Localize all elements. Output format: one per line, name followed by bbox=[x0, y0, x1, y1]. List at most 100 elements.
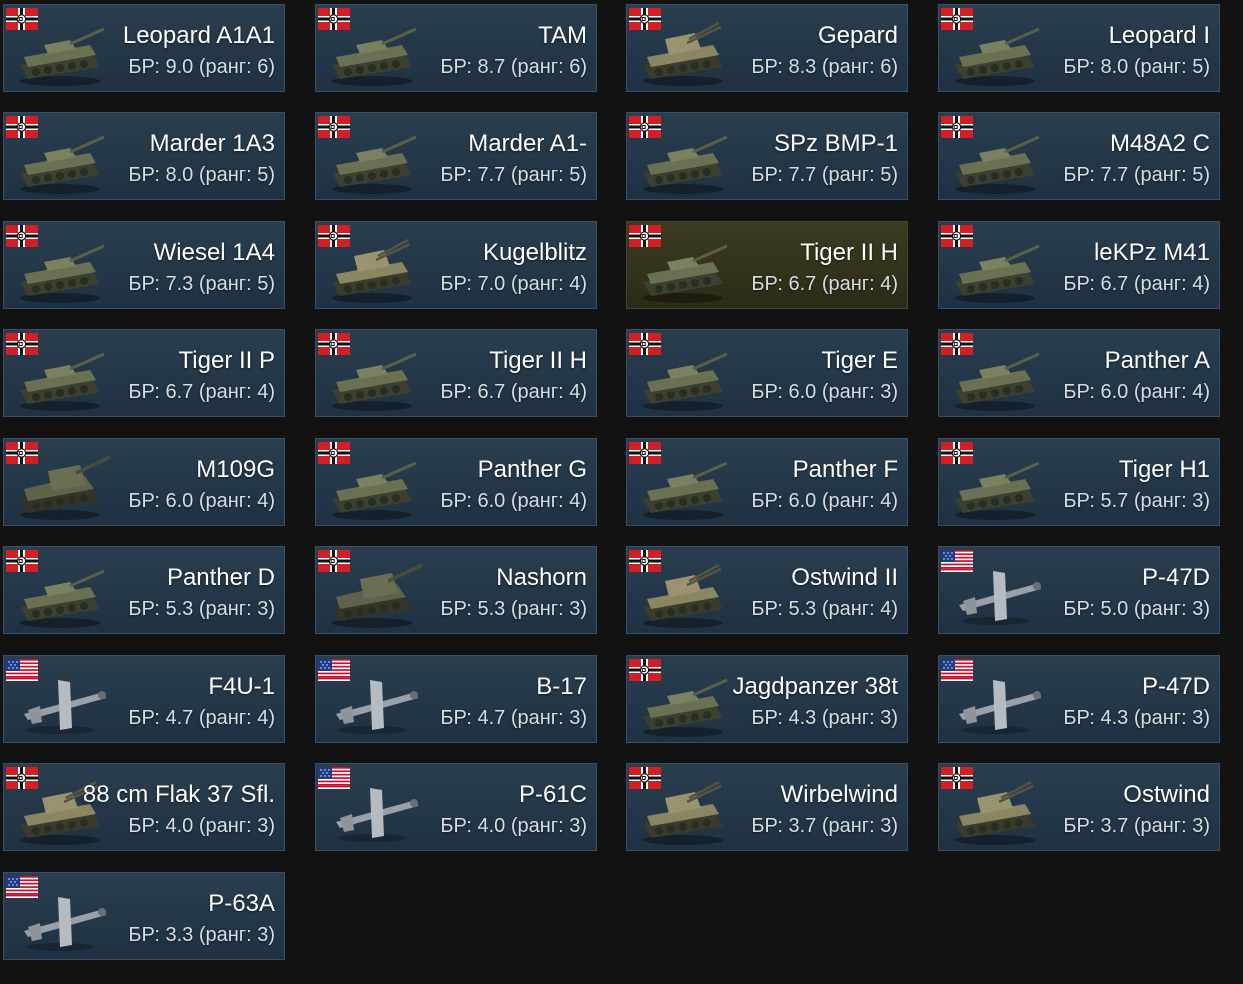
tank-vehicle-icon bbox=[637, 236, 737, 306]
vehicle-battle-rating: БР: 4.0 (ранг: 3) bbox=[128, 815, 275, 837]
vehicle-name: Tiger II H bbox=[800, 239, 898, 266]
vehicle-name: Marder A1- bbox=[468, 130, 587, 157]
tank-vehicle-icon bbox=[326, 344, 426, 414]
tank-vehicle-icon bbox=[949, 19, 1049, 89]
vehicle-battle-rating: БР: 8.3 (ранг: 6) bbox=[751, 56, 898, 78]
vehicle-card[interactable]: TAM БР: 8.7 (ранг: 6) bbox=[315, 4, 597, 92]
spaa-vehicle-icon bbox=[637, 19, 737, 89]
vehicle-card[interactable]: B-17 БР: 4.7 (ранг: 3) bbox=[315, 655, 597, 743]
vehicle-battle-rating: БР: 4.3 (ранг: 3) bbox=[751, 707, 898, 729]
tank-vehicle-icon bbox=[326, 127, 426, 197]
plane-vehicle-icon bbox=[14, 887, 114, 957]
vehicle-card[interactable]: F4U-1 БР: 4.7 (ранг: 4) bbox=[3, 655, 285, 743]
vehicle-name: Panther D bbox=[166, 564, 275, 591]
vehicle-name: Marder 1A3 bbox=[149, 130, 275, 157]
vehicle-card[interactable]: M48A2 C БР: 7.7 (ранг: 5) bbox=[938, 112, 1220, 200]
vehicle-name: Panther A bbox=[1104, 347, 1210, 374]
plane-vehicle-icon bbox=[326, 778, 426, 848]
vehicle-card[interactable]: Tiger H1 БР: 5.7 (ранг: 3) bbox=[938, 438, 1220, 526]
vehicle-card[interactable]: Wirbelwind БР: 3.7 (ранг: 3) bbox=[626, 763, 908, 851]
vehicle-battle-rating: БР: 8.7 (ранг: 6) bbox=[440, 56, 587, 78]
vehicle-card[interactable]: Panther G БР: 6.0 (ранг: 4) bbox=[315, 438, 597, 526]
vehicle-card[interactable]: Gepard БР: 8.3 (ранг: 6) bbox=[626, 4, 908, 92]
vehicle-battle-rating: БР: 7.7 (ранг: 5) bbox=[1063, 164, 1210, 186]
vehicle-battle-rating: БР: 5.7 (ранг: 3) bbox=[1063, 490, 1210, 512]
vehicle-battle-rating: БР: 7.7 (ранг: 5) bbox=[751, 164, 898, 186]
vehicle-name: Kugelblitz bbox=[482, 239, 587, 266]
vehicle-name: Wiesel 1A4 bbox=[153, 239, 275, 266]
vehicle-name: F4U-1 bbox=[208, 673, 275, 700]
vehicle-card[interactable]: P-47D БР: 4.3 (ранг: 3) bbox=[938, 655, 1220, 743]
tank-vehicle-icon bbox=[949, 236, 1049, 306]
vehicle-card[interactable]: Tiger E БР: 6.0 (ранг: 3) bbox=[626, 329, 908, 417]
tank-vehicle-icon bbox=[14, 344, 114, 414]
vehicle-battle-rating: БР: 6.0 (ранг: 3) bbox=[751, 381, 898, 403]
vehicle-name: Tiger II H bbox=[489, 347, 587, 374]
vehicle-card[interactable]: Leopard I БР: 8.0 (ранг: 5) bbox=[938, 4, 1220, 92]
vehicle-card[interactable]: Tiger II H БР: 6.7 (ранг: 4) bbox=[315, 329, 597, 417]
spaa-vehicle-icon bbox=[326, 236, 426, 306]
vehicle-battle-rating: БР: 8.0 (ранг: 5) bbox=[128, 164, 275, 186]
plane-vehicle-icon bbox=[326, 670, 426, 740]
vehicle-grid: Leopard A1A1 БР: 9.0 (ранг: 6) TAM БР: 8… bbox=[0, 0, 1243, 984]
vehicle-battle-rating: БР: 6.0 (ранг: 4) bbox=[440, 490, 587, 512]
vehicle-name: P-47D bbox=[1141, 564, 1210, 591]
vehicle-card[interactable]: Wiesel 1A4 БР: 7.3 (ранг: 5) bbox=[3, 221, 285, 309]
vehicle-battle-rating: БР: 6.7 (ранг: 4) bbox=[440, 381, 587, 403]
vehicle-name: Wirbelwind bbox=[780, 781, 898, 808]
tank-vehicle-icon bbox=[637, 453, 737, 523]
vehicle-card[interactable]: M109G БР: 6.0 (ранг: 4) bbox=[3, 438, 285, 526]
vehicle-card[interactable]: Nashorn БР: 5.3 (ранг: 3) bbox=[315, 546, 597, 634]
vehicle-battle-rating: БР: 5.3 (ранг: 3) bbox=[440, 598, 587, 620]
vehicle-name: B-17 bbox=[536, 673, 587, 700]
vehicle-battle-rating: БР: 9.0 (ранг: 6) bbox=[128, 56, 275, 78]
vehicle-card[interactable]: 88 cm Flak 37 Sfl. БР: 4.0 (ранг: 3) bbox=[3, 763, 285, 851]
vehicle-name: M48A2 C bbox=[1109, 130, 1210, 157]
vehicle-card[interactable]: P-63A БР: 3.3 (ранг: 3) bbox=[3, 872, 285, 960]
vehicle-card[interactable]: Panther D БР: 5.3 (ранг: 3) bbox=[3, 546, 285, 634]
vehicle-name: Nashorn bbox=[496, 564, 587, 591]
vehicle-card[interactable]: Panther F БР: 6.0 (ранг: 4) bbox=[626, 438, 908, 526]
spg-vehicle-icon bbox=[326, 561, 426, 631]
vehicle-card[interactable]: Ostwind БР: 3.7 (ранг: 3) bbox=[938, 763, 1220, 851]
vehicle-name: P-47D bbox=[1141, 673, 1210, 700]
vehicle-battle-rating: БР: 6.0 (ранг: 4) bbox=[128, 490, 275, 512]
vehicle-name: Tiger II P bbox=[178, 347, 275, 374]
vehicle-card[interactable]: Tiger II H БР: 6.7 (ранг: 4) bbox=[626, 221, 908, 309]
vehicle-name: Ostwind II bbox=[791, 564, 898, 591]
vehicle-card[interactable]: SPz BMP-1 БР: 7.7 (ранг: 5) bbox=[626, 112, 908, 200]
vehicle-card[interactable]: Panther A БР: 6.0 (ранг: 4) bbox=[938, 329, 1220, 417]
vehicle-name: Gepard bbox=[817, 22, 898, 49]
vehicle-battle-rating: БР: 3.7 (ранг: 3) bbox=[751, 815, 898, 837]
vehicle-battle-rating: БР: 8.0 (ранг: 5) bbox=[1063, 56, 1210, 78]
vehicle-name: M109G bbox=[196, 456, 275, 483]
vehicle-card[interactable]: Ostwind II БР: 5.3 (ранг: 4) bbox=[626, 546, 908, 634]
vehicle-name: 88 cm Flak 37 Sfl. bbox=[82, 781, 275, 808]
vehicle-battle-rating: БР: 5.0 (ранг: 3) bbox=[1063, 598, 1210, 620]
vehicle-name: Tiger E bbox=[821, 347, 898, 374]
spg-vehicle-icon bbox=[14, 453, 114, 523]
vehicle-card[interactable]: P-61C БР: 4.0 (ранг: 3) bbox=[315, 763, 597, 851]
tank-vehicle-icon bbox=[14, 127, 114, 197]
vehicle-card[interactable]: Leopard A1A1 БР: 9.0 (ранг: 6) bbox=[3, 4, 285, 92]
vehicle-name: Tiger H1 bbox=[1118, 456, 1210, 483]
vehicle-name: Ostwind bbox=[1123, 781, 1210, 808]
vehicle-name: Panther G bbox=[477, 456, 587, 483]
vehicle-battle-rating: БР: 7.3 (ранг: 5) bbox=[128, 273, 275, 295]
vehicle-battle-rating: БР: 4.7 (ранг: 4) bbox=[128, 707, 275, 729]
vehicle-card[interactable]: Marder A1- БР: 7.7 (ранг: 5) bbox=[315, 112, 597, 200]
vehicle-battle-rating: БР: 6.0 (ранг: 4) bbox=[751, 490, 898, 512]
tank-vehicle-icon bbox=[949, 127, 1049, 197]
vehicle-battle-rating: БР: 6.7 (ранг: 4) bbox=[751, 273, 898, 295]
vehicle-card[interactable]: Kugelblitz БР: 7.0 (ранг: 4) bbox=[315, 221, 597, 309]
vehicle-battle-rating: БР: 5.3 (ранг: 4) bbox=[751, 598, 898, 620]
vehicle-card[interactable]: Jagdpanzer 38t БР: 4.3 (ранг: 3) bbox=[626, 655, 908, 743]
vehicle-card[interactable]: Marder 1A3 БР: 8.0 (ранг: 5) bbox=[3, 112, 285, 200]
vehicle-battle-rating: БР: 7.7 (ранг: 5) bbox=[440, 164, 587, 186]
tank-vehicle-icon bbox=[637, 127, 737, 197]
vehicle-card[interactable]: Tiger II P БР: 6.7 (ранг: 4) bbox=[3, 329, 285, 417]
vehicle-card[interactable]: P-47D БР: 5.0 (ранг: 3) bbox=[938, 546, 1220, 634]
vehicle-battle-rating: БР: 6.7 (ранг: 4) bbox=[128, 381, 275, 403]
vehicle-name: P-63A bbox=[208, 890, 275, 917]
vehicle-card[interactable]: leKPz M41 БР: 6.7 (ранг: 4) bbox=[938, 221, 1220, 309]
